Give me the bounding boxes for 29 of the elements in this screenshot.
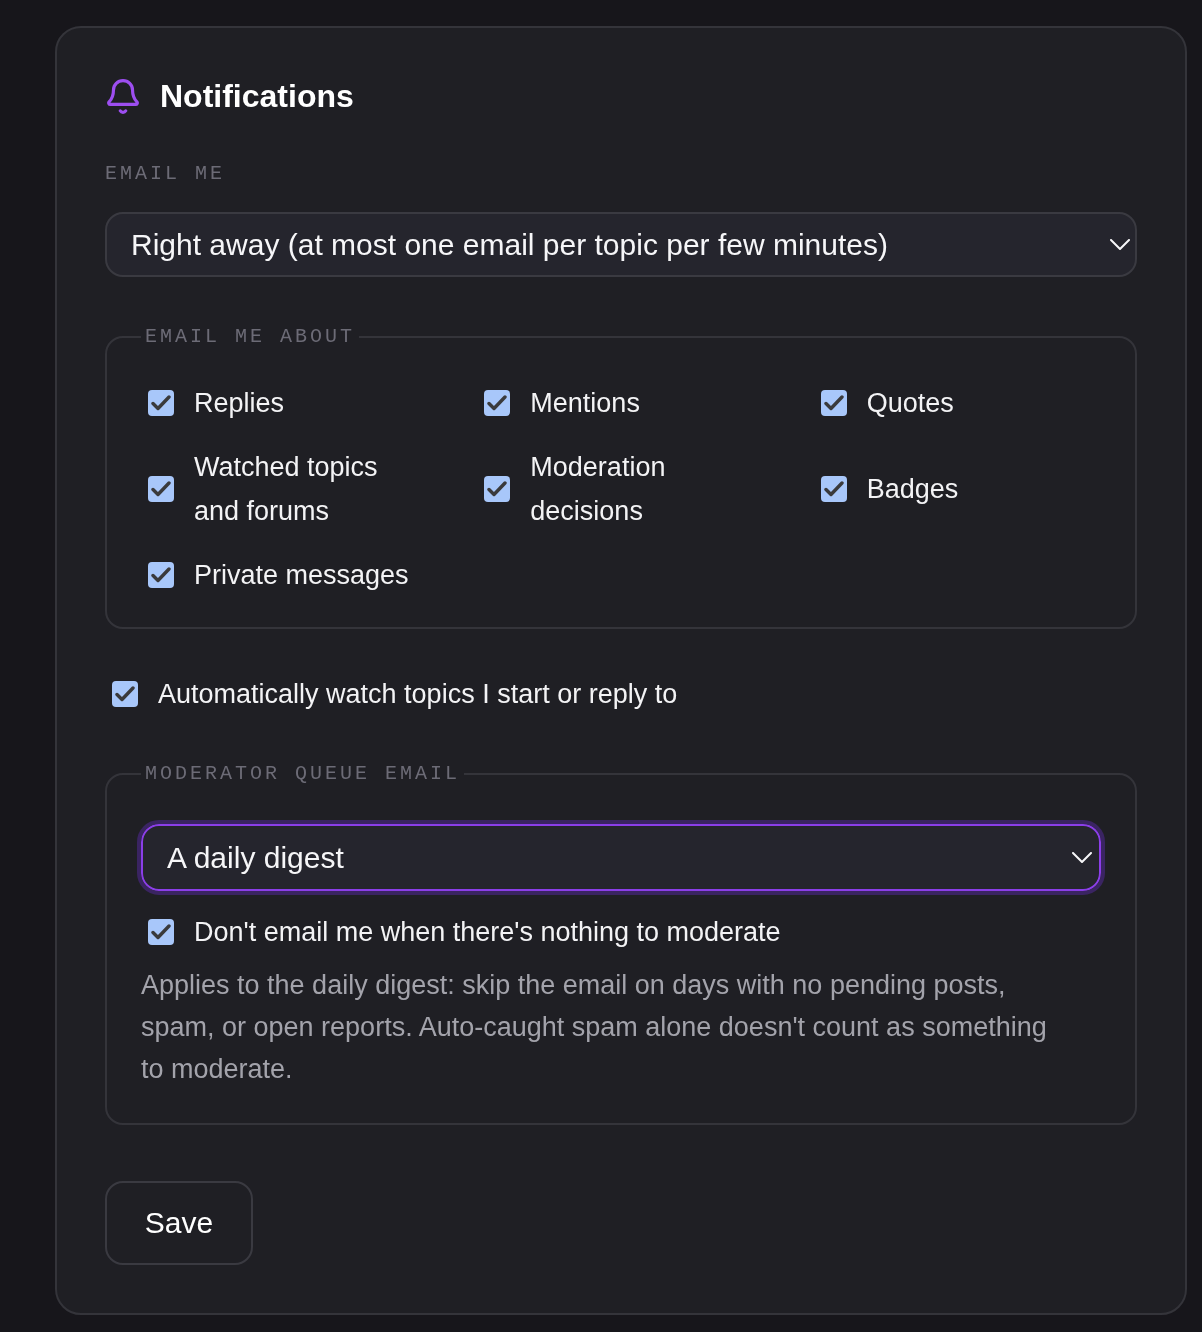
- checkbox-label: Quotes: [866, 387, 954, 420]
- group-legend: MODERATOR QUEUE EMAIL: [141, 762, 465, 786]
- checkbox[interactable]: [820, 390, 847, 416]
- chevron-down-icon: [1072, 852, 1092, 863]
- checkbox-label: Badges: [866, 473, 959, 506]
- checkbox[interactable]: [484, 390, 511, 416]
- checkbox-label: Automatically watch topics I start or reply to: [158, 678, 678, 711]
- checkbox[interactable]: [148, 390, 174, 416]
- checkbox-label: Don't email me when there's nothing to moderate: [194, 916, 781, 949]
- save-button[interactable]: Save: [105, 1181, 253, 1265]
- chevron-down-icon: [1110, 239, 1130, 250]
- bell-icon: [107, 78, 139, 114]
- checkbox-label: Moderation decisions: [530, 451, 667, 528]
- select-field[interactable]: A daily digest: [137, 820, 1105, 895]
- field-label: EMAIL ME: [105, 162, 226, 186]
- checkbox-label: Private messages: [194, 559, 409, 592]
- select-field[interactable]: Right away (at most one email per topic per few minutes): [105, 212, 1137, 277]
- checkbox-label: Mentions: [530, 387, 640, 420]
- checkbox-label: Replies: [194, 387, 285, 420]
- help-text: Applies to the daily digest: skip the email on days with no pending posts, spam, or open reports. Auto-caught spam alone doesn't count as something to moderate.: [141, 969, 1048, 1086]
- group-legend: EMAIL ME ABOUT: [141, 325, 360, 349]
- checkbox[interactable]: [148, 476, 174, 502]
- section-title: Notifications: [160, 78, 354, 114]
- checkbox[interactable]: [148, 562, 174, 588]
- checkbox-label: Watched topics and forums: [194, 451, 379, 528]
- checkbox[interactable]: [148, 919, 174, 945]
- checkbox[interactable]: [484, 476, 511, 502]
- checkbox[interactable]: [112, 681, 138, 707]
- checkbox[interactable]: [820, 476, 847, 502]
